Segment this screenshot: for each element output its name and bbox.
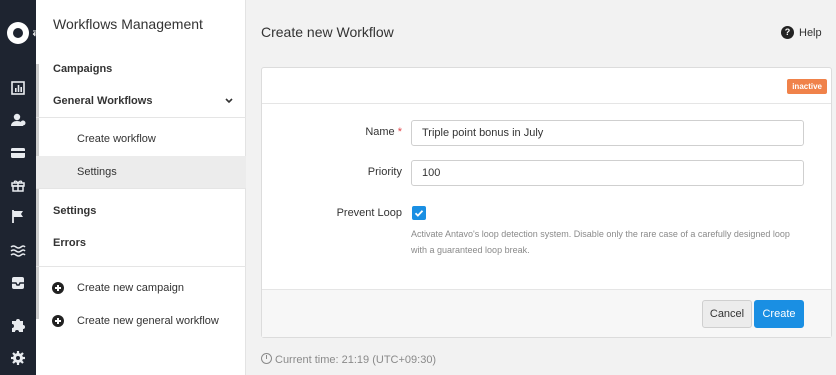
card-footer: Cancel Create [262,289,831,337]
name-label: Name * [262,126,402,138]
puzzle-icon[interactable] [8,315,28,335]
user-icon[interactable] [8,110,28,130]
status-badge: inactive [787,79,827,94]
create-button[interactable]: Create [754,300,804,328]
sidebar-item-settings[interactable]: Settings [36,195,246,227]
gift-icon[interactable] [8,175,28,195]
priority-input[interactable]: 100 [411,160,804,186]
sidebar-item-general-workflows[interactable]: General Workflows [36,85,246,117]
card-icon[interactable] [8,143,28,163]
required-marker: * [397,126,402,138]
cancel-button[interactable]: Cancel [702,300,752,328]
clock-icon [261,353,272,364]
check-icon [414,210,424,217]
create-new-campaign-link[interactable]: Create new campaign [36,272,246,304]
divider [36,117,246,118]
sidebar-item-workflow-settings[interactable]: Settings [36,156,246,188]
plus-circle-icon [52,315,64,327]
help-link[interactable]: ? Help [781,26,822,40]
question-icon: ? [781,26,794,39]
prevent-loop-checkbox[interactable] [412,206,426,220]
inbox-icon[interactable] [8,273,28,293]
waves-icon[interactable] [8,240,28,260]
current-time-text: Current time: 21:19 (UTC+09:30) [275,354,437,366]
card-header: inactive [262,68,831,104]
flag-icon[interactable] [8,206,28,226]
sidebar: Workflows Management Campaigns General W… [36,0,246,375]
create-new-general-workflow-link[interactable]: Create new general workflow [36,305,246,337]
action-label: Create new campaign [77,282,185,294]
page-title: Create new Workflow [261,24,394,40]
current-time: Current time: 21:19 (UTC+09:30) [261,353,436,367]
action-label: Create new general workflow [77,315,219,327]
sidebar-item-create-workflow[interactable]: Create workflow [36,123,246,155]
sidebar-title: Workflows Management [53,16,203,32]
name-label-text: Name [365,126,395,138]
name-input[interactable]: Triple point bonus in July [411,120,804,146]
gear-icon[interactable] [8,348,28,368]
help-label: Help [799,27,822,39]
sidebar-item-errors[interactable]: Errors [36,227,246,259]
sidebar-item-campaigns[interactable]: Campaigns [36,53,246,85]
report-icon[interactable] [8,78,28,98]
plus-circle-icon [52,282,64,294]
divider [36,266,246,267]
sidebar-item-label: General Workflows [53,95,153,107]
divider [36,188,246,189]
prevent-loop-label: Prevent Loop [336,207,402,219]
prevent-loop-help-text: Activate Antavo's loop detection system.… [411,229,790,255]
logo-icon[interactable] [7,22,29,44]
workflow-form-card: inactive Name * Triple point bonus in Ju… [261,67,832,338]
chevron-down-icon [225,98,233,104]
icon-rail: ⇄ [0,0,45,375]
priority-label: Priority [367,166,402,178]
